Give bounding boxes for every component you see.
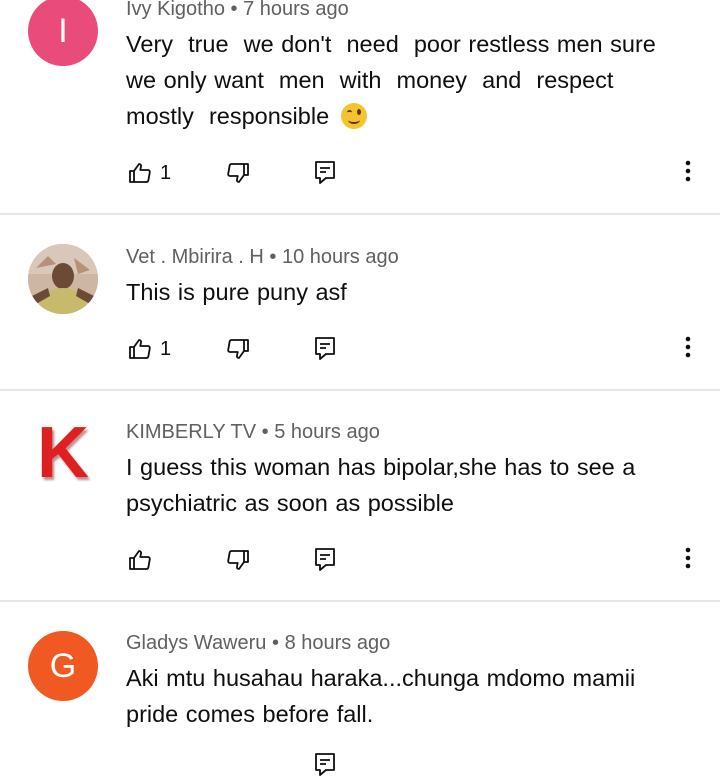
author-name[interactable]: Vet . Mbirira . H: [126, 246, 264, 268]
reply-icon: [314, 336, 336, 362]
avatar[interactable]: [28, 244, 98, 314]
thumbs-up-icon: [128, 161, 152, 185]
reply-icon: [314, 752, 336, 778]
comment-time: 5 hours ago: [274, 421, 380, 443]
more-options-button[interactable]: [677, 158, 699, 188]
author-name[interactable]: Gladys Waweru: [126, 632, 266, 654]
winking-face-emoji: [340, 103, 367, 129]
reply-icon: [314, 160, 336, 186]
dislike-button[interactable]: [226, 158, 250, 188]
meta-separator: •: [261, 421, 269, 443]
comment-divider: [0, 600, 720, 602]
avatar[interactable]: K: [28, 413, 98, 493]
dislike-button[interactable]: [226, 545, 250, 575]
reply-button[interactable]: [314, 750, 336, 780]
reply-button[interactable]: [314, 545, 336, 575]
comment-time: 7 hours ago: [243, 0, 349, 20]
comment-time: 8 hours ago: [284, 632, 391, 654]
like-button[interactable]: 1: [128, 158, 171, 188]
comment-body: This is pure puny asf: [126, 274, 686, 310]
comment-body: Aki mtu husahau haraka...chunga mdomo ma…: [126, 660, 686, 732]
comment-meta: Gladys Waweru • 8 hours ago: [126, 632, 390, 655]
more-vert-icon: [685, 546, 691, 575]
more-options-button[interactable]: [677, 334, 699, 364]
comment-body: Very true we don't need poor restless me…: [126, 26, 686, 134]
comment-divider: [0, 389, 720, 391]
thumbs-down-icon: [226, 337, 250, 361]
comment-text: Aki mtu husahau haraka...chunga mdomo ma…: [126, 665, 636, 727]
like-button[interactable]: [128, 545, 152, 575]
thumbs-down-icon: [226, 161, 250, 185]
comment-meta: Ivy Kigotho • 7 hours ago: [126, 0, 349, 21]
comment-actions: 1: [126, 334, 706, 364]
comment-body: I guess this woman has bipolar,she has t…: [126, 449, 686, 521]
comment-text: Very true we don't need poor restless me…: [126, 31, 656, 129]
reply-button[interactable]: [314, 334, 336, 364]
avatar-photo: [28, 244, 98, 314]
more-vert-icon: [685, 159, 691, 188]
meta-separator: •: [269, 246, 277, 268]
comment-divider: [0, 213, 720, 215]
dislike-button[interactable]: [226, 334, 250, 364]
like-button[interactable]: 1: [128, 334, 171, 364]
comment-time: 10 hours ago: [281, 246, 399, 268]
meta-separator: •: [271, 632, 279, 654]
reply-button[interactable]: [314, 158, 336, 188]
comment-text: I guess this woman has bipolar,she has t…: [126, 454, 636, 516]
comment-meta: Vet . Mbirira . H • 10 hours ago: [126, 246, 399, 269]
like-count: 1: [160, 161, 172, 184]
author-name[interactable]: KIMBERLY TV: [126, 421, 256, 443]
meta-separator: •: [230, 0, 238, 20]
comment-text: This is pure puny asf: [126, 279, 347, 305]
avatar[interactable]: I: [28, 0, 98, 66]
comment-actions: [126, 545, 706, 575]
author-name[interactable]: Ivy Kigotho: [126, 0, 225, 20]
avatar[interactable]: G: [28, 631, 98, 701]
like-count: 1: [160, 337, 172, 360]
thumbs-up-icon: [128, 548, 152, 572]
comment-meta: KIMBERLY TV • 5 hours ago: [126, 421, 380, 444]
more-options-button[interactable]: [677, 545, 699, 575]
thumbs-up-icon: [128, 337, 152, 361]
more-vert-icon: [685, 335, 691, 364]
thumbs-down-icon: [226, 548, 250, 572]
comment-actions: [126, 750, 706, 780]
reply-icon: [314, 547, 336, 573]
comment-actions: 1: [126, 158, 706, 188]
